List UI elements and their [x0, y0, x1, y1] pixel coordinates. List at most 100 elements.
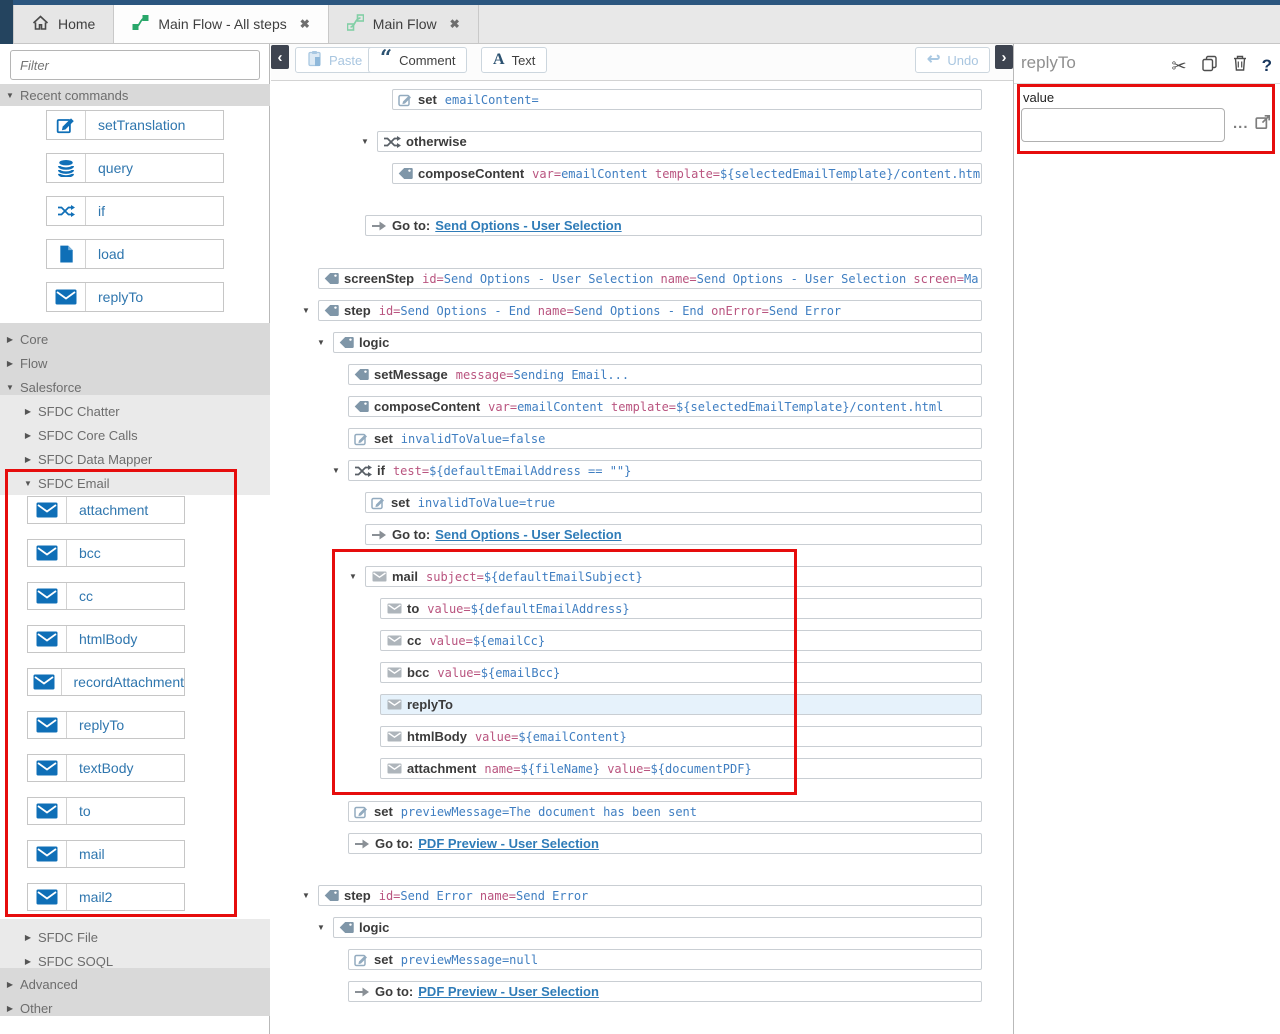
- section-other[interactable]: ▶Other: [0, 996, 270, 1020]
- node-command: to: [407, 601, 419, 616]
- command-email-attachment[interactable]: attachment: [27, 496, 185, 524]
- flow-node-mail[interactable]: mailsubject=${defaultEmailSubject}: [365, 566, 982, 587]
- flow-node-to[interactable]: tovalue=${defaultEmailAddress}: [380, 598, 982, 619]
- goto-link[interactable]: PDF Preview - User Selection: [418, 836, 599, 851]
- flow-node-logic[interactable]: logic: [333, 332, 982, 353]
- section-label: Other: [20, 1001, 53, 1016]
- section-advanced[interactable]: ▶Advanced: [0, 972, 270, 996]
- text-button[interactable]: A Text: [481, 47, 547, 73]
- tab-main-flow[interactable]: Main Flow ✖: [329, 5, 479, 43]
- collapse-toggle-icon[interactable]: ▼: [349, 572, 357, 581]
- flow-node-replyto[interactable]: replyTo: [380, 694, 982, 715]
- help-icon[interactable]: ?: [1262, 57, 1272, 74]
- envelope-icon: [28, 540, 67, 566]
- undo-button[interactable]: ↩ Undo: [915, 47, 990, 73]
- command-label: mail: [67, 841, 105, 867]
- goto-link[interactable]: PDF Preview - User Selection: [418, 984, 599, 999]
- flow-node-set[interactable]: setpreviewMessage=null: [348, 949, 982, 970]
- flow-canvas[interactable]: setemailContent= otherwise ▼ composeContent…: [271, 81, 1013, 1034]
- copy-icon[interactable]: [1201, 55, 1218, 77]
- collapse-toggle-icon[interactable]: ▼: [302, 891, 310, 900]
- filter-input[interactable]: [10, 50, 260, 80]
- section-sfdc-file[interactable]: ▶SFDC File: [0, 925, 270, 949]
- goto-link[interactable]: Send Options - User Selection: [435, 218, 621, 233]
- command-email-textBody[interactable]: textBody: [27, 754, 185, 782]
- command-email-htmlBody[interactable]: htmlBody: [27, 625, 185, 653]
- collapse-toggle-icon[interactable]: ▼: [317, 338, 325, 347]
- collapse-toggle-icon[interactable]: ▼: [332, 466, 340, 475]
- command-email-cc[interactable]: cc: [27, 582, 185, 610]
- ellipsis-button[interactable]: ...: [1233, 115, 1249, 132]
- comment-icon: “: [380, 53, 392, 67]
- envelope-icon: [28, 841, 67, 867]
- command-setTranslation[interactable]: setTranslation: [46, 110, 224, 140]
- collapse-toggle-icon[interactable]: ▼: [317, 923, 325, 932]
- section-label: SFDC Data Mapper: [38, 452, 152, 467]
- flow-node-if[interactable]: iftest=${defaultEmailAddress == ""}: [348, 460, 982, 481]
- flow-node-setmessage[interactable]: setMessagemessage=Sending Email...: [348, 364, 982, 385]
- flow-node-otherwise[interactable]: otherwise: [377, 131, 982, 152]
- section-recent-commands[interactable]: ▼ Recent commands: [0, 84, 270, 106]
- flow-node-step[interactable]: stepid=Send Error name=Send Error: [318, 885, 982, 906]
- flow-node-goto[interactable]: Go to:Send Options - User Selection: [365, 215, 982, 236]
- section-core[interactable]: ▶Core: [0, 327, 270, 351]
- node-command: if: [377, 463, 385, 478]
- paste-button[interactable]: Paste: [295, 47, 374, 73]
- command-email-to[interactable]: to: [27, 797, 185, 825]
- close-icon[interactable]: ✖: [450, 17, 460, 31]
- delete-icon[interactable]: [1232, 54, 1248, 77]
- flow-designer-app: { "colors":{"accent_blue":"#0f6fb7","att…: [0, 0, 1280, 1034]
- flow-node-htmlbody[interactable]: htmlBodyvalue=${emailContent}: [380, 726, 982, 747]
- section-flow[interactable]: ▶Flow: [0, 351, 270, 375]
- collapse-toggle-icon[interactable]: ▼: [302, 306, 310, 315]
- section-sfdc-core-calls[interactable]: ▶SFDC Core Calls: [0, 423, 270, 447]
- flow-node-set[interactable]: setpreviewMessage=The document has been …: [348, 801, 982, 822]
- flow-node-attachment[interactable]: attachmentname=${fileName} value=${docum…: [380, 758, 982, 779]
- command-query[interactable]: query: [46, 153, 224, 183]
- section-sfdc-data-mapper[interactable]: ▶SFDC Data Mapper: [0, 447, 270, 471]
- comment-button[interactable]: “ Comment: [368, 47, 467, 73]
- flow-node-goto[interactable]: Go to:PDF Preview - User Selection: [348, 981, 982, 1002]
- tag-icon: [354, 400, 369, 413]
- flow-node-set[interactable]: setemailContent=: [392, 89, 982, 110]
- command-email-mail[interactable]: mail: [27, 840, 185, 868]
- shuffle-icon: [47, 197, 86, 225]
- collapse-right-panel-button[interactable]: ›: [995, 45, 1013, 69]
- flow-node-screenstep[interactable]: screenStepid=Send Options - User Selecti…: [318, 268, 982, 289]
- flow-node-goto[interactable]: Go to:PDF Preview - User Selection: [348, 833, 982, 854]
- tab-home[interactable]: Home: [13, 5, 114, 43]
- node-command: attachment: [407, 761, 476, 776]
- node-command: cc: [407, 633, 421, 648]
- flow-node-set[interactable]: setinvalidToValue=true: [365, 492, 982, 513]
- command-load[interactable]: load: [46, 239, 224, 269]
- flow-node-set[interactable]: setinvalidToValue=false: [348, 428, 982, 449]
- command-email-bcc[interactable]: bcc: [27, 539, 185, 567]
- section-label: SFDC SOQL: [38, 954, 113, 969]
- collapse-toggle-icon[interactable]: ▼: [361, 137, 369, 146]
- command-email-replyTo[interactable]: replyTo: [27, 711, 185, 739]
- set-icon: [398, 93, 413, 107]
- collapse-left-panel-button[interactable]: ‹: [271, 45, 289, 69]
- value-input[interactable]: [1021, 108, 1225, 142]
- chevron-right-icon: ▶: [0, 359, 20, 368]
- close-icon[interactable]: ✖: [300, 17, 310, 31]
- command-if[interactable]: if: [46, 196, 224, 226]
- flow-node-goto[interactable]: Go to:Send Options - User Selection: [365, 524, 982, 545]
- tab-main-flow-all-steps[interactable]: Main Flow - All steps ✖: [114, 5, 328, 43]
- command-email-mail2[interactable]: mail2: [27, 883, 185, 911]
- flow-node-bcc[interactable]: bccvalue=${emailBcc}: [380, 662, 982, 683]
- flow-node-cc[interactable]: ccvalue=${emailCc}: [380, 630, 982, 651]
- cut-icon[interactable]: ✂: [1172, 57, 1187, 75]
- flow-node-logic[interactable]: logic: [333, 917, 982, 938]
- section-sfdc-email[interactable]: ▼SFDC Email: [0, 471, 270, 495]
- node-command: set: [374, 431, 393, 446]
- flow-node-step[interactable]: stepid=Send Options - End name=Send Opti…: [318, 300, 982, 321]
- flow-node-composecontent[interactable]: composeContentvar=emailContent template=…: [392, 163, 982, 184]
- section-sfdc-chatter[interactable]: ▶SFDC Chatter: [0, 399, 270, 423]
- external-link-icon[interactable]: [1254, 113, 1272, 136]
- command-email-recordAttachment[interactable]: recordAttachment: [27, 668, 185, 696]
- flow-node-composecontent[interactable]: composeContentvar=emailContent template=…: [348, 396, 982, 417]
- goto-link[interactable]: Send Options - User Selection: [435, 527, 621, 542]
- paste-label: Paste: [329, 53, 362, 68]
- command-replyTo[interactable]: replyTo: [46, 282, 224, 312]
